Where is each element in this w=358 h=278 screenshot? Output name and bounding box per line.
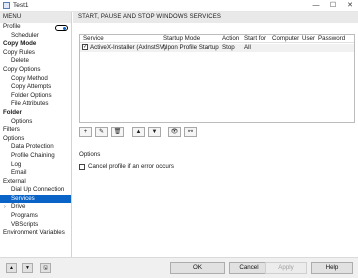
sidebar-item-log[interactable]: Log xyxy=(0,161,71,170)
toggle-knob xyxy=(63,27,66,30)
move-up-button[interactable]: ▲ xyxy=(132,127,145,137)
sidebar-item-scheduler[interactable]: Scheduler xyxy=(0,32,71,41)
sidebar-item-folder[interactable]: Folder xyxy=(0,109,71,118)
main-panel: START, PAUSE AND STOP WINDOWS SERVICES S… xyxy=(73,12,358,257)
cancel-on-error-option[interactable]: Cancel profile if an error occurs xyxy=(79,163,279,171)
table-row[interactable]: ActiveX-Installer (AxInstSV) Upon Profil… xyxy=(80,43,354,52)
sidebar-item-programs[interactable]: Programs xyxy=(0,212,71,221)
sidebar-item-label: Folder xyxy=(3,108,22,116)
move-down-button[interactable]: ▼ xyxy=(148,127,161,137)
menu-list: Profile Scheduler Copy Mode Copy Rules Delet… xyxy=(0,23,71,238)
sidebar-item-label: Drive xyxy=(11,203,26,211)
col-password[interactable]: Password xyxy=(318,35,345,43)
help-button[interactable]: Help xyxy=(311,262,353,274)
sidebar-item-label: Log xyxy=(11,160,22,168)
sidebar-item-drive[interactable]: › Drive xyxy=(0,203,71,212)
sidebar-item-filters[interactable]: Filters xyxy=(0,126,71,135)
cancel-button[interactable]: Cancel xyxy=(229,262,269,274)
services-table[interactable]: Service Startup Mode Action Start for Co… xyxy=(79,34,355,123)
close-button[interactable]: ✕ xyxy=(342,0,358,12)
move-profile-down-button[interactable]: ▼ xyxy=(22,263,33,273)
table-header: Service Startup Mode Action Start for Co… xyxy=(80,35,354,43)
col-action[interactable]: Action xyxy=(222,35,239,43)
cell-start-for: All xyxy=(244,44,251,51)
sidebar-item-vbscripts[interactable]: VBScripts xyxy=(0,221,71,230)
sidebar-item-label: Environment Variables xyxy=(3,229,65,237)
edit-button[interactable]: ✎ xyxy=(95,127,108,137)
sidebar-item-label: Copy Attempts xyxy=(11,83,52,91)
sidebar-item-environment-variables[interactable]: Environment Variables xyxy=(0,229,71,238)
profile-toggle-switch[interactable] xyxy=(55,25,68,31)
sidebar-item-label: Copy Method xyxy=(11,74,48,82)
col-computer[interactable]: Computer xyxy=(272,35,299,43)
view-icon-button[interactable]: 👁 xyxy=(168,127,181,137)
window-titlebar: Test1 — ☐ ✕ xyxy=(0,0,358,12)
page-title: START, PAUSE AND STOP WINDOWS SERVICES xyxy=(73,12,358,23)
sidebar-item-dial-up-connection[interactable]: Dial Up Connection xyxy=(0,186,71,195)
sidebar-item-label: Copy Rules xyxy=(3,48,35,56)
delete-button[interactable]: 🗑 xyxy=(111,127,124,137)
cell-action: Stop xyxy=(222,44,235,51)
cell-startup-mode: Upon Profile Startup xyxy=(163,44,219,51)
sidebar-item-services[interactable]: Services xyxy=(0,194,71,204)
sidebar-item-data-protection[interactable]: Data Protection xyxy=(0,143,71,152)
add-button[interactable]: + xyxy=(79,127,92,137)
col-startup-mode[interactable]: Startup Mode xyxy=(163,35,200,43)
cancel-on-error-checkbox[interactable] xyxy=(79,164,85,170)
sidebar-item-label: Services xyxy=(11,194,35,202)
sidebar-item-label: VBScripts xyxy=(11,220,39,228)
sidebar-item-profile[interactable]: Profile xyxy=(0,23,71,32)
menu-header-label: MENU xyxy=(3,14,22,20)
sidebar-item-label: Copy Options xyxy=(3,65,41,73)
chevron-right-icon[interactable]: › xyxy=(4,203,6,212)
col-service[interactable]: Service xyxy=(83,35,104,43)
menu-header: MENU xyxy=(0,12,71,23)
sidebar-item-label: Profile Chaining xyxy=(11,151,55,159)
sidebar-item-label: Scheduler xyxy=(11,31,39,39)
ok-button[interactable]: OK xyxy=(170,262,225,274)
sidebar-item-label: Profile xyxy=(3,23,21,30)
maximize-button[interactable]: ☐ xyxy=(325,0,341,12)
sidebar-item-copy-attempts[interactable]: Copy Attempts xyxy=(0,83,71,92)
col-user[interactable]: User xyxy=(302,35,315,43)
sidebar-item-copy-rules[interactable]: Copy Rules xyxy=(0,49,71,58)
sidebar-item-options[interactable]: Options xyxy=(0,118,71,127)
col-start-for[interactable]: Start for xyxy=(244,35,266,43)
sidebar-item-label: External xyxy=(3,177,26,185)
bottom-bar: ▲ ▼ 🖫 OK Cancel Apply Help xyxy=(0,257,358,278)
sidebar-item-copy-method[interactable]: Copy Method xyxy=(0,75,71,84)
sidebar-item-file-attributes[interactable]: File Attributes xyxy=(0,100,71,109)
sidebar-item-label: Data Protection xyxy=(11,143,54,151)
minimize-button[interactable]: — xyxy=(308,0,324,12)
sidebar-item-label: Dial Up Connection xyxy=(11,186,65,194)
sidebar-item-label: Copy Mode xyxy=(3,40,37,48)
sidebar-item-external[interactable]: External xyxy=(0,178,71,187)
row-enabled-checkbox[interactable] xyxy=(82,43,88,51)
cell-service: ActiveX-Installer (AxInstSV) xyxy=(90,44,166,51)
options-title: Options xyxy=(79,151,101,158)
sidebar-item-label: Programs xyxy=(11,212,38,220)
sidebar-menu: MENU Profile Scheduler Copy Mode Copy Rules… xyxy=(0,12,72,257)
sidebar-item-label: Delete xyxy=(11,57,29,65)
window-title: Test1 xyxy=(13,2,29,9)
sidebar-item-profile-chaining[interactable]: Profile Chaining xyxy=(0,152,71,161)
apply-button[interactable]: Apply xyxy=(265,262,307,274)
sidebar-item-label: File Attributes xyxy=(11,100,49,108)
sidebar-item-label: Options xyxy=(11,117,33,125)
sidebar-item-label: Filters xyxy=(3,126,20,134)
sidebar-item-folder-options[interactable]: Folder Options xyxy=(0,92,71,101)
sidebar-item-label: Options xyxy=(3,134,25,142)
link-icon-button[interactable]: ⚯ xyxy=(184,127,197,137)
sidebar-item-email[interactable]: Email xyxy=(0,169,71,178)
save-icon-button[interactable]: 🖫 xyxy=(40,263,51,273)
move-profile-up-button[interactable]: ▲ xyxy=(6,263,17,273)
sidebar-item-delete[interactable]: Delete xyxy=(0,57,71,66)
app-icon xyxy=(3,2,10,9)
sidebar-item-options[interactable]: Options xyxy=(0,135,71,144)
sidebar-item-copy-options[interactable]: Copy Options xyxy=(0,66,71,75)
cancel-on-error-label: Cancel profile if an error occurs xyxy=(88,163,174,170)
sidebar-item-copy-mode[interactable]: Copy Mode xyxy=(0,40,71,49)
sidebar-item-label: Folder Options xyxy=(11,91,52,99)
sidebar-item-label: Email xyxy=(11,169,27,177)
